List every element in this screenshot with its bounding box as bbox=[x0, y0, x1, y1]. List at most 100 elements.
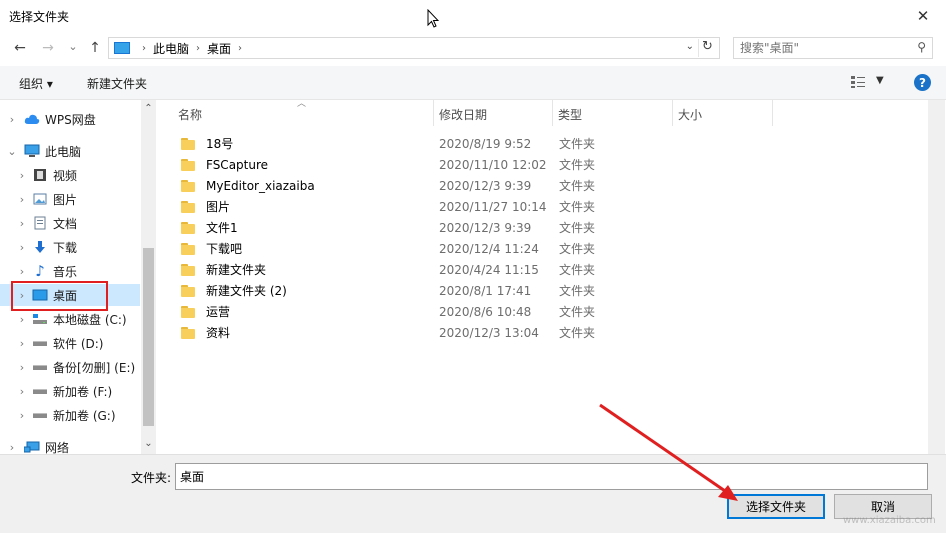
forward-button[interactable]: → bbox=[38, 38, 58, 58]
file-row[interactable]: 图片 2020/11/27 10:14 文件夹 bbox=[174, 196, 604, 217]
tree-item-label: 新加卷 (G:) bbox=[53, 408, 116, 423]
view-options-icon[interactable] bbox=[850, 75, 866, 89]
chevron-right-icon[interactable]: › bbox=[16, 361, 28, 374]
file-row[interactable]: 新建文件夹 (2) 2020/8/1 17:41 文件夹 bbox=[174, 280, 604, 301]
column-divider[interactable] bbox=[552, 100, 553, 126]
folder-name-input[interactable] bbox=[175, 463, 928, 490]
drive-c-icon bbox=[32, 311, 48, 327]
search-icon[interactable]: ⚲ bbox=[917, 40, 926, 54]
file-date: 2020/12/3 9:39 bbox=[439, 178, 532, 193]
drive-icon bbox=[32, 359, 48, 375]
chevron-right-icon[interactable]: › bbox=[16, 385, 28, 398]
tree-item-videos[interactable]: › 视频 bbox=[0, 164, 140, 186]
address-bar[interactable]: › 此电脑 › 桌面 › ⌄ ↻ bbox=[108, 37, 720, 59]
column-header-date[interactable]: 修改日期 bbox=[439, 106, 487, 123]
column-divider[interactable] bbox=[772, 100, 773, 126]
file-row[interactable]: 18号 2020/8/19 9:52 文件夹 bbox=[174, 133, 604, 154]
tree-item-pictures[interactable]: › 图片 bbox=[0, 188, 140, 210]
chevron-down-icon[interactable]: ⌄ bbox=[6, 145, 18, 158]
file-type: 文件夹 bbox=[559, 305, 596, 319]
folder-icon bbox=[181, 158, 195, 171]
tree-item-wps[interactable]: › WPS网盘 bbox=[0, 108, 140, 130]
organize-button[interactable]: 组织 ▾ bbox=[19, 75, 53, 92]
file-row[interactable]: 新建文件夹 2020/4/24 11:15 文件夹 bbox=[174, 259, 604, 280]
chevron-right-icon[interactable]: › bbox=[16, 193, 28, 206]
back-button[interactable]: ← bbox=[10, 38, 30, 58]
tree-item-drive-e[interactable]: › 备份[勿删] (E:) bbox=[0, 356, 140, 378]
recent-locations-button[interactable]: ⌄ bbox=[63, 36, 83, 56]
scroll-down-icon[interactable]: ⌄ bbox=[141, 438, 156, 449]
tree-item-label: 新加卷 (F:) bbox=[53, 384, 113, 399]
column-header-type[interactable]: 类型 bbox=[558, 106, 582, 123]
file-row[interactable]: 文件1 2020/12/3 9:39 文件夹 bbox=[174, 217, 604, 238]
file-row[interactable]: FSCapture 2020/11/10 12:02 文件夹 bbox=[174, 154, 604, 175]
file-list-scrollbar[interactable] bbox=[928, 100, 945, 454]
chevron-right-icon[interactable]: › bbox=[16, 409, 28, 422]
scroll-up-icon[interactable]: ⌃ bbox=[141, 103, 156, 114]
file-row[interactable]: 资料 2020/12/3 13:04 文件夹 bbox=[174, 322, 604, 343]
file-row[interactable]: MyEditor_xiazaiba 2020/12/3 9:39 文件夹 bbox=[174, 175, 604, 196]
column-header-name[interactable]: 名称 bbox=[178, 106, 202, 123]
file-type: 文件夹 bbox=[559, 263, 596, 277]
refresh-button[interactable]: ↻ bbox=[698, 39, 716, 57]
file-date: 2020/11/27 10:14 bbox=[439, 199, 547, 214]
new-folder-button[interactable]: 新建文件夹 bbox=[87, 75, 147, 92]
file-row[interactable]: 运营 2020/8/6 10:48 文件夹 bbox=[174, 301, 604, 322]
tree-item-documents[interactable]: › 文档 bbox=[0, 212, 140, 234]
file-type: 文件夹 bbox=[559, 242, 596, 256]
chevron-right-icon[interactable]: › bbox=[16, 241, 28, 254]
column-header-size[interactable]: 大小 bbox=[678, 106, 702, 123]
tree-item-music[interactable]: › ♪ 音乐 bbox=[0, 260, 140, 282]
sort-ascending-icon: ︿ bbox=[297, 99, 307, 109]
chevron-right-icon[interactable]: › bbox=[16, 217, 28, 230]
file-type: 文件夹 bbox=[559, 179, 596, 193]
tree-item-this-pc[interactable]: ⌄ 此电脑 bbox=[0, 140, 140, 162]
column-divider[interactable] bbox=[433, 100, 434, 126]
document-icon bbox=[32, 215, 48, 231]
search-input[interactable] bbox=[740, 38, 910, 58]
tree-item-downloads[interactable]: › 下载 bbox=[0, 236, 140, 258]
computer-icon bbox=[24, 143, 40, 159]
tree-item-label: WPS网盘 bbox=[45, 112, 96, 127]
file-name: MyEditor_xiazaiba bbox=[206, 178, 315, 193]
drive-icon bbox=[32, 407, 48, 423]
chevron-right-icon[interactable]: › bbox=[16, 313, 28, 326]
tree-item-drive-d[interactable]: › 软件 (D:) bbox=[0, 332, 140, 354]
nav-pane-scrollbar[interactable]: ⌃ ⌄ bbox=[141, 100, 156, 454]
chevron-right-icon[interactable]: › bbox=[238, 43, 242, 54]
chevron-right-icon[interactable]: › bbox=[6, 441, 18, 454]
view-dropdown-icon[interactable]: ▼ bbox=[876, 75, 884, 86]
up-button[interactable]: ↑ bbox=[85, 38, 105, 58]
file-date: 2020/12/3 13:04 bbox=[439, 325, 539, 340]
folder-icon bbox=[181, 326, 195, 339]
breadcrumb-this-pc[interactable]: 此电脑 bbox=[153, 40, 189, 57]
search-box[interactable]: ⚲ bbox=[733, 37, 933, 59]
scrollbar-thumb[interactable] bbox=[143, 248, 154, 426]
file-name: 文件1 bbox=[206, 221, 238, 235]
tree-item-drive-f[interactable]: › 新加卷 (F:) bbox=[0, 380, 140, 402]
chevron-right-icon[interactable]: › bbox=[16, 337, 28, 350]
file-name: 新建文件夹 bbox=[206, 263, 267, 277]
file-type: 文件夹 bbox=[559, 284, 596, 298]
chevron-right-icon[interactable]: › bbox=[16, 265, 28, 278]
annotation-highlight-box bbox=[11, 281, 108, 311]
file-row[interactable]: 下载吧 2020/12/4 11:24 文件夹 bbox=[174, 238, 604, 259]
tree-item-label: 文档 bbox=[53, 216, 78, 231]
chevron-right-icon[interactable]: › bbox=[6, 113, 18, 126]
video-icon bbox=[32, 167, 48, 183]
address-dropdown-icon[interactable]: ⌄ bbox=[686, 41, 694, 52]
column-divider[interactable] bbox=[672, 100, 673, 126]
tree-item-drive-g[interactable]: › 新加卷 (G:) bbox=[0, 404, 140, 426]
tree-item-label: 下载 bbox=[53, 240, 78, 255]
breadcrumb-desktop[interactable]: 桌面 bbox=[207, 40, 231, 57]
close-button[interactable]: ✕ bbox=[900, 0, 946, 32]
tree-item-label: 视频 bbox=[53, 168, 78, 183]
folder-icon bbox=[181, 305, 195, 318]
tree-item-drive-c[interactable]: › 本地磁盘 (C:) bbox=[0, 308, 140, 330]
chevron-right-icon[interactable]: › bbox=[16, 169, 28, 182]
folder-icon bbox=[181, 200, 195, 213]
file-name: 新建文件夹 (2) bbox=[206, 284, 287, 298]
tree-item-label: 备份[勿删] (E:) bbox=[53, 360, 136, 375]
tree-item-label: 此电脑 bbox=[45, 144, 82, 159]
help-button[interactable]: ? bbox=[914, 74, 931, 91]
